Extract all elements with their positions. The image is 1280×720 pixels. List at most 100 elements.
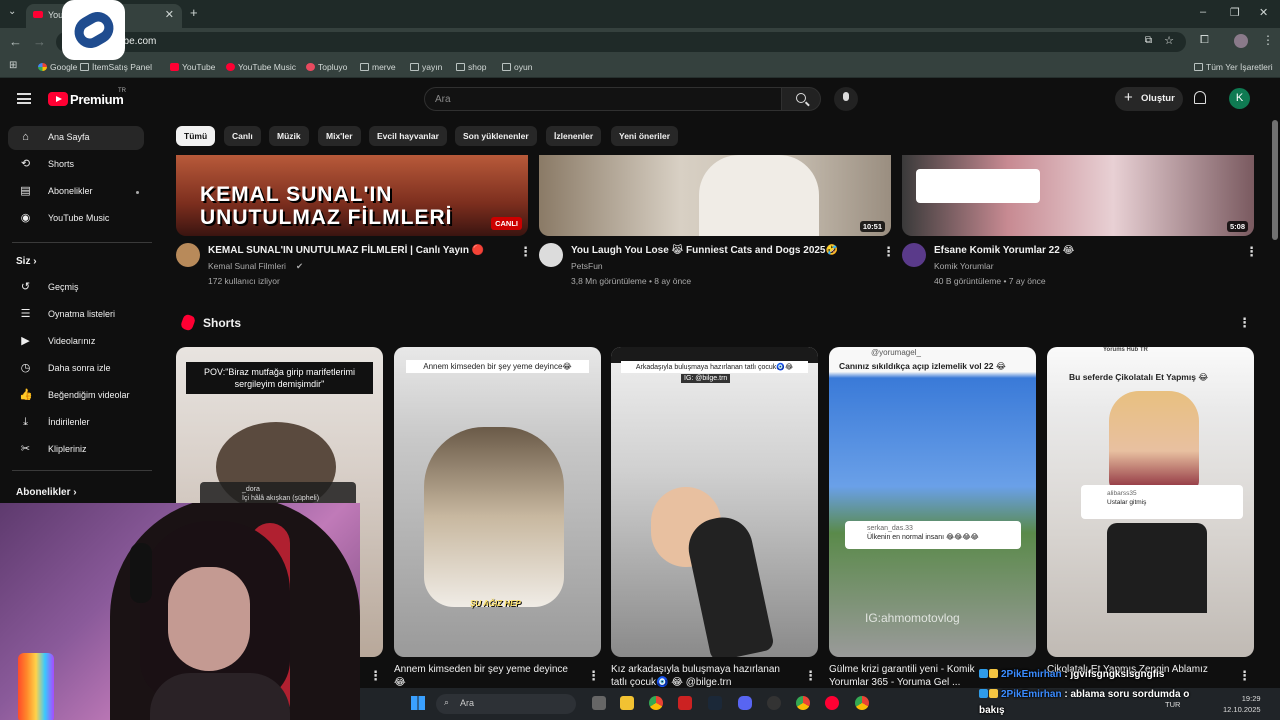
app-icon[interactable]	[678, 696, 692, 710]
person-face	[168, 567, 250, 671]
obs-icon[interactable]	[767, 696, 781, 710]
sidebar-item-downloads[interactable]: ⤓ İndirilenler	[8, 411, 144, 435]
you-heading[interactable]: Siz ›	[16, 256, 37, 267]
sidebar-item-your-videos[interactable]: ▶ Videolarınız	[8, 330, 144, 354]
discord-icon[interactable]	[738, 696, 752, 710]
video-thumbnail[interactable]: KEMAL SUNAL'IN UNUTULMAZ FİLMLERİ CANLI	[176, 155, 528, 236]
back-icon[interactable]: ←	[9, 34, 22, 49]
chrome-icon[interactable]	[796, 696, 810, 710]
sidebar-item-youtube-music[interactable]: ◉ YouTube Music	[8, 207, 144, 231]
sidebar-item-watch-later[interactable]: ◷ Daha sonra izle	[8, 357, 144, 381]
create-button[interactable]: Oluştur	[1115, 87, 1183, 111]
taskbar-search[interactable]: ⌕ Ara	[436, 694, 576, 714]
file-explorer-icon[interactable]	[620, 696, 634, 710]
chip-music[interactable]: Müzik	[269, 126, 309, 146]
chip-pets[interactable]: Evcil hayvanlar	[369, 126, 447, 146]
profile-icon[interactable]	[1234, 34, 1248, 48]
taskbar-clock[interactable]: 19:29 12.10.2025	[1223, 693, 1261, 715]
sidebar-item-subscriptions[interactable]: ▤ Abonelikler	[8, 180, 144, 204]
tab-search-icon[interactable]: ⌄	[8, 6, 16, 17]
video-title[interactable]: You Laugh You Lose 😹 Funniest Cats and D…	[571, 245, 838, 256]
sidebar-item-playlists[interactable]: ☰ Oynatma listeleri	[8, 303, 144, 327]
chip-watched[interactable]: İzlenenler	[546, 126, 602, 146]
close-tab-icon[interactable]: ✕	[165, 8, 174, 21]
short-card[interactable]: @yorumagel_ Canınız sıkıldıkça açıp izle…	[829, 347, 1036, 657]
more-options-icon[interactable]	[369, 668, 382, 684]
video-thumbnail[interactable]: 5:08	[902, 155, 1254, 236]
task-view-icon[interactable]	[592, 696, 606, 710]
sidebar-item-liked-videos[interactable]: 👍 Beğendiğim videolar	[8, 384, 144, 408]
short-card[interactable]: Annem kimseden bir şey yeme deyince😂 ŞU …	[394, 347, 601, 657]
bookmark-folder-merve[interactable]: merve	[360, 62, 396, 72]
shorts-more-icon[interactable]	[1238, 315, 1251, 331]
comment-card: serkan_das.33 Ülkenin en normal insanı 😂…	[845, 521, 1021, 549]
bookmark-folder-oyun[interactable]: oyun	[502, 62, 532, 72]
channel-avatar[interactable]	[902, 243, 926, 267]
video-title[interactable]: KEMAL SUNAL'IN UNUTULMAZ FİLMLERİ | Canl…	[208, 245, 484, 256]
more-options-icon[interactable]	[804, 668, 817, 684]
more-options-icon[interactable]	[1238, 668, 1251, 684]
subscriptions-heading[interactable]: Abonelikler ›	[16, 487, 77, 498]
bookmark-folder-shop[interactable]: shop	[456, 62, 486, 72]
short-title[interactable]: Annem kimseden bir şey yeme deyince😂	[394, 663, 574, 689]
bookmark-folder-yayin[interactable]: yayın	[410, 62, 442, 72]
page-scrollbar[interactable]	[1272, 120, 1278, 240]
short-card[interactable]: Arkadaşıyla buluşmaya hazırlanan tatlı ç…	[611, 347, 818, 657]
sidebar-item-shorts[interactable]: ⟲ Shorts	[8, 153, 144, 177]
youtube-premium-logo[interactable]: Premium	[70, 92, 124, 107]
more-options-icon[interactable]	[882, 244, 895, 260]
sidebar-item-home[interactable]: ⌂ Ana Sayfa	[8, 126, 144, 150]
more-options-icon[interactable]	[1245, 244, 1258, 260]
bookmark-google[interactable]: Google	[38, 62, 77, 72]
bookmark-topluyo[interactable]: Topluyo	[306, 62, 347, 72]
apps-grid-icon[interactable]: ⊞	[9, 60, 17, 71]
chip-live[interactable]: Canlı	[224, 126, 261, 146]
hamburger-menu-icon[interactable]	[17, 93, 31, 104]
youtube-logo-icon[interactable]	[48, 92, 68, 106]
channel-name[interactable]: Komik Yorumlar	[934, 261, 994, 271]
search-input[interactable]: Ara	[424, 87, 782, 111]
divider	[12, 470, 152, 471]
voice-search-icon[interactable]	[834, 87, 858, 111]
steam-icon[interactable]	[708, 696, 722, 710]
menu-icon[interactable]: ⋮	[1262, 33, 1274, 47]
start-icon[interactable]	[411, 696, 425, 710]
chip-all[interactable]: Tümü	[176, 126, 216, 146]
bookmark-itemsatis[interactable]: İtemSatış Panel	[80, 62, 152, 72]
restore-icon[interactable]: ❐	[1230, 6, 1240, 19]
youtube-music-icon[interactable]	[825, 696, 839, 710]
chip-new-to-you[interactable]: Yeni öneriler	[611, 126, 679, 146]
channel-avatar[interactable]	[539, 243, 563, 267]
extensions-icon[interactable]: ⧠	[1200, 34, 1209, 47]
channel-name[interactable]: PetsFun	[571, 261, 603, 271]
forward-icon[interactable]: →	[33, 34, 46, 49]
channel-name[interactable]: Kemal Sunal Filmleri	[208, 261, 286, 271]
search-button[interactable]	[781, 87, 821, 111]
bookmark-youtube[interactable]: YouTube	[170, 62, 215, 72]
more-options-icon[interactable]	[587, 668, 600, 684]
language-indicator[interactable]: TUR	[1165, 700, 1180, 709]
sidebar-item-clips[interactable]: ✂ Klipleriniz	[8, 438, 144, 462]
short-card[interactable]: Yorums Hub TR Bu seferde Çikolatalı Et Y…	[1047, 347, 1254, 657]
minimize-icon[interactable]: –	[1200, 6, 1206, 18]
close-window-icon[interactable]: ✕	[1259, 6, 1268, 19]
notifications-bell-icon[interactable]	[1194, 91, 1206, 104]
chip-recently-uploaded[interactable]: Son yüklenenler	[455, 126, 537, 146]
video-title[interactable]: Efsane Komik Yorumlar 22 😂	[934, 245, 1074, 256]
all-bookmarks[interactable]: Tüm Yer İşaretleri	[1194, 62, 1273, 72]
account-avatar[interactable]: K	[1229, 88, 1250, 109]
video-thumbnail[interactable]: 10:51	[539, 155, 891, 236]
bookmark-star-icon[interactable]: ☆	[1164, 34, 1174, 47]
install-app-icon[interactable]: ⧉	[1145, 35, 1152, 46]
bookmark-youtube-music[interactable]: YouTube Music	[226, 62, 296, 72]
new-tab-icon[interactable]: +	[190, 5, 198, 20]
short-title[interactable]: Kız arkadaşıyla buluşmaya hazırlanan tat…	[611, 663, 791, 689]
address-bar[interactable]: ube.com ⧉ ☆	[56, 32, 1186, 52]
sidebar-item-history[interactable]: ↺ Geçmiş	[8, 276, 144, 300]
more-options-icon[interactable]	[519, 244, 532, 260]
channel-avatar[interactable]	[176, 243, 200, 267]
playlists-icon: ☰	[20, 308, 31, 320]
chrome-icon[interactable]	[649, 696, 663, 710]
chip-mixes[interactable]: Mix'ler	[318, 126, 361, 146]
chrome-icon[interactable]	[855, 696, 869, 710]
